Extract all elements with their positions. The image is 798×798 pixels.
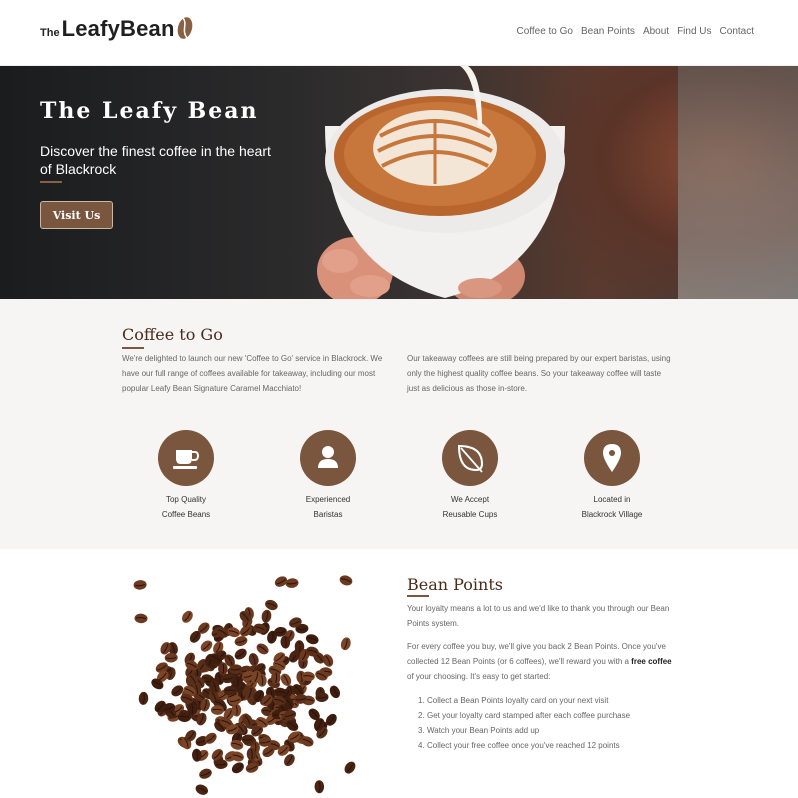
list-item: 3. Watch your Bean Points add up [418, 726, 540, 735]
coffee-bean [261, 609, 272, 623]
step-text: Get your loyalty card stamped after each… [427, 711, 631, 720]
coffee-bean [314, 780, 325, 794]
coffee-bean [134, 613, 148, 624]
coffee-bean [344, 761, 356, 774]
person-icon [318, 446, 338, 468]
nav-bean-points[interactable]: Bean Points [581, 26, 635, 37]
coffee-bean [231, 762, 244, 774]
coffee-bean [265, 599, 278, 611]
bean-points-details-end: of your choosing. It's easy to get start… [407, 672, 551, 681]
coffee-cup-icon [173, 450, 200, 469]
free-coffee-emphasis: free coffee [631, 657, 672, 666]
logo-the: The [40, 27, 60, 39]
bean-points-section: Bean Points Your loyalty means a lot to … [0, 549, 798, 798]
bean-points-title: Bean Points [407, 575, 503, 594]
step-text: Watch your Bean Points add up [427, 726, 540, 735]
coffee-bean [200, 640, 213, 652]
coffee-bean-icon [177, 17, 192, 39]
coffee-to-go-section: Coffee to Go We're delighted to launch o… [0, 299, 798, 549]
coffee-to-go-details: Our takeaway coffees are still being pre… [407, 354, 671, 393]
leaf-icon [457, 444, 484, 473]
coffee-bean [305, 634, 319, 645]
feature-line1: We Accept [450, 495, 490, 504]
latte-art-image [317, 66, 565, 299]
coffee-bean [234, 648, 247, 660]
feature-experienced-baristas: Experienced Baristas [268, 430, 388, 522]
feature-line2: Blackrock Village [581, 510, 643, 519]
bean-points-details-text: For every coffee you buy, we'll give you… [407, 642, 666, 666]
coffee-bean [339, 575, 353, 586]
coffee-bean [138, 691, 149, 705]
feature-icon-circle [584, 430, 640, 486]
visit-us-button[interactable]: Visit Us [40, 201, 113, 229]
feature-line1: Top Quality [165, 495, 207, 504]
feature-icon-circle [442, 430, 498, 486]
list-item: 4. Collect your free coffee once you've r… [418, 741, 620, 750]
feature-line1: Located in [593, 495, 631, 504]
feature-line2: Baristas [313, 510, 343, 519]
feature-line2: Reusable Cups [442, 510, 498, 519]
bean-points-steps: 1. Collect a Bean Points loyalty card on … [418, 693, 688, 753]
hero-banner: The Leafy Bean Discover the finest coffe… [0, 66, 798, 299]
coffee-bean [285, 578, 299, 588]
main-nav: Coffee to Go Bean Points About Find Us C… [516, 26, 754, 37]
feature-top-quality: Top Quality Coffee Beans [126, 430, 246, 522]
coffee-bean [329, 685, 341, 699]
step-text: Collect your free coffee once you've rea… [427, 741, 620, 750]
coffee-bean [133, 580, 147, 590]
coffee-beans-image [133, 575, 356, 795]
list-item: 1. Collect a Bean Points loyalty card on … [418, 696, 609, 705]
feature-reusable-cups: We Accept Reusable Cups [410, 430, 530, 522]
bean-points-divider [407, 595, 429, 597]
logo[interactable]: The LeafyBean [40, 16, 193, 42]
coffee-to-go-intro: We're delighted to launch our new 'Coffe… [122, 354, 383, 393]
bean-points-details: For every coffee you buy, we'll give you… [407, 639, 677, 684]
nav-about[interactable]: About [643, 26, 669, 37]
feature-icon-circle [300, 430, 356, 486]
logo-wordmark: LeafyBean [61, 16, 175, 41]
coffee-bean [181, 610, 193, 623]
step-text: Collect a Bean Points loyalty card on yo… [427, 696, 609, 705]
feature-line2: Coffee Beans [161, 510, 211, 519]
coffee-to-go-divider [122, 347, 144, 349]
list-item: 2. Get your loyalty card stamped after ea… [418, 711, 631, 720]
feature-line1: Experienced [305, 495, 351, 504]
coffee-to-go-title: Coffee to Go [122, 325, 223, 344]
feature-location: Located in Blackrock Village [552, 430, 672, 522]
nav-find-us[interactable]: Find Us [677, 26, 711, 37]
coffee-bean [218, 662, 228, 676]
coffee-bean [340, 637, 351, 651]
coffee-bean [199, 768, 212, 779]
bean-points-intro: Your loyalty means a lot to us and we'd … [407, 604, 670, 628]
map-pin-icon [603, 444, 621, 472]
site-header: The LeafyBean Coffee to Go Bean Points A… [0, 0, 798, 66]
nav-contact[interactable]: Contact [720, 26, 754, 37]
coffee-bean [195, 784, 209, 795]
hero-subtitle: Discover the finest coffee in the heart … [40, 143, 271, 177]
hero-divider [40, 181, 62, 183]
feature-icon-circle [158, 430, 214, 486]
nav-coffee-to-go[interactable]: Coffee to Go [516, 26, 573, 37]
hero-background-window [678, 66, 798, 299]
hero-title: The Leafy Bean [40, 98, 259, 124]
coffee-bean [256, 643, 269, 655]
